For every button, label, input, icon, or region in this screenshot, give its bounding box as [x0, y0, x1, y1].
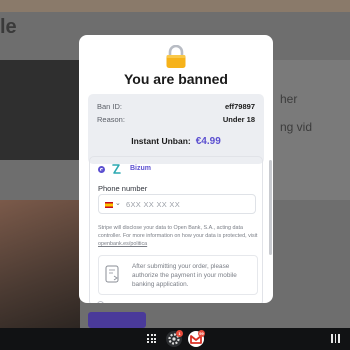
phone-label: Phone number — [98, 184, 148, 193]
modal-scrollbar[interactable] — [269, 160, 272, 255]
settings-badge: 1 — [176, 330, 183, 337]
chevron-down-icon[interactable]: ⌄ — [115, 199, 121, 207]
reason-label: Reason: — [97, 115, 125, 124]
gmail-icon[interactable]: 99 — [188, 330, 205, 347]
background-photo — [0, 200, 80, 328]
unban-price: €4.99 — [195, 136, 221, 147]
ban-modal: You are banned Ban ID: eff79897 Reason: … — [79, 35, 273, 303]
background-title: le — [0, 16, 17, 38]
background-side-text-2: ng vid — [280, 120, 313, 134]
ban-id-label: Ban ID: — [97, 102, 123, 111]
background-button — [88, 312, 146, 328]
gmail-badge: 99 — [198, 330, 205, 337]
modal-title: You are banned — [124, 71, 228, 87]
ban-id-row: Ban ID: eff79897 — [97, 102, 255, 112]
bizum-radio[interactable] — [98, 166, 105, 173]
reason-value: Under 18 — [222, 115, 255, 124]
next-payment-option[interactable] — [97, 301, 104, 303]
launcher-icon[interactable] — [147, 334, 156, 343]
bizum-label[interactable]: Bizum — [130, 165, 151, 172]
background-side-text-1: her — [280, 92, 298, 106]
authorize-info-text: After submitting your order, please auth… — [132, 263, 237, 288]
spain-flag-icon[interactable] — [105, 202, 113, 208]
phone-input[interactable]: ⌄ 6XX XX XX XX — [98, 194, 256, 214]
background-top-bar — [0, 0, 350, 12]
background-video-thumbnail — [0, 60, 80, 160]
authorize-info-card: After submitting your order, please auth… — [98, 255, 258, 295]
ban-info-box: Ban ID: eff79897 Reason: Under 18 — [88, 94, 264, 164]
unban-label: Instant Unban: — [131, 136, 191, 146]
settings-icon[interactable]: 1 — [166, 330, 183, 347]
phone-placeholder: 6XX XX XX XX — [126, 200, 181, 209]
mobile-banking-icon — [105, 265, 119, 283]
overview-icon[interactable] — [331, 334, 340, 343]
data-disclaimer: Stripe will disclose your data to Open B… — [98, 224, 258, 248]
bizum-icon — [111, 163, 121, 175]
reason-row: Reason: Under 18 — [97, 115, 255, 125]
taskbar: 1 99 — [0, 328, 350, 350]
lock-icon — [166, 45, 186, 68]
disclaimer-link[interactable]: openbank.es/politica — [98, 241, 147, 247]
instant-unban: Instant Unban: €4.99 — [79, 136, 273, 147]
payment-card: Bizum Phone number ⌄ 6XX XX XX XX Stripe… — [89, 156, 263, 303]
disclaimer-text: Stripe will disclose your data to Open B… — [98, 225, 258, 239]
ban-id-value: eff79897 — [224, 102, 255, 111]
